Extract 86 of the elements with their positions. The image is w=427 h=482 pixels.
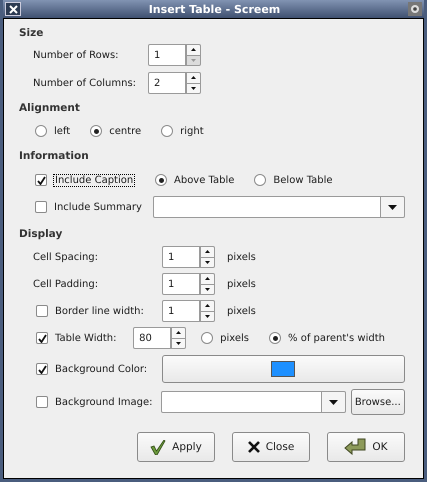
caret-icon [328,400,338,404]
radio-circle-icon[interactable] [35,125,47,137]
close-icon [248,441,260,453]
checkbox[interactable]: Background Color: [36,363,148,375]
check-icon [38,364,46,374]
up-arrow-icon [191,76,196,80]
down-arrow-icon [205,260,210,264]
check-icon [150,440,166,454]
radio-circle-icon[interactable] [269,332,282,344]
checkbox-square-icon[interactable] [36,396,48,408]
radio-button[interactable]: pixels [201,332,250,344]
up-arrow-icon [191,48,196,52]
increment-button[interactable] [186,72,201,82]
window-icon [408,2,422,16]
down-arrow-icon [191,86,196,90]
image-field[interactable] [160,391,322,413]
radio-button[interactable]: left [35,125,70,137]
caret-icon [388,204,397,210]
browse-button[interactable]: Browse... [350,389,405,415]
checkbox[interactable]: Table Width: [36,332,116,344]
decrement-button[interactable] [200,256,215,268]
number-field[interactable]: 1 [148,44,186,66]
down-arrow-icon [176,342,182,345]
radio-circle-icon[interactable] [254,174,266,186]
radio-button[interactable]: right [161,125,204,137]
number-field[interactable]: 1 [162,273,200,295]
checkbox[interactable]: Background Image: [36,396,153,408]
checkbox-square-icon[interactable] [36,305,48,317]
increment-button[interactable] [186,44,201,54]
radio-button[interactable]: Above Table [155,174,234,186]
radio-circle-icon[interactable] [90,125,102,137]
section-heading: Size [19,26,44,40]
up-arrow-icon [205,277,210,280]
color-button[interactable] [162,355,405,383]
section-heading: Alignment [19,101,81,115]
check-icon [36,176,46,184]
down-arrow-icon [191,58,196,62]
checkbox-square-icon[interactable] [36,332,48,344]
checkbox-square-icon[interactable] [36,363,48,375]
arrow-icon [344,438,366,456]
decrement-button[interactable] [171,338,186,349]
number-field[interactable]: 1 [162,246,200,268]
number-field[interactable]: 2 [148,72,186,94]
radio-circle-icon[interactable] [201,332,214,344]
field-label: Number of Rows: [33,50,120,60]
window-title: Insert Table - Screem [148,2,282,16]
summary-field[interactable] [153,196,381,218]
increment-button[interactable] [200,246,215,256]
increment-button[interactable] [200,273,215,284]
close-icon[interactable] [5,2,21,16]
radio-button[interactable]: % of parent's width [269,332,385,344]
apply-button[interactable]: Apply [137,432,215,462]
decrement-button[interactable] [186,82,201,94]
dropdown-button[interactable] [322,391,346,413]
number-field[interactable]: 1 [162,300,200,322]
ok-button[interactable]: OK [327,432,405,462]
radio-circle-icon[interactable] [161,125,174,137]
number-field[interactable]: 80 [133,327,172,349]
down-arrow-icon [205,288,210,291]
increment-button[interactable] [171,327,186,338]
radio-button[interactable]: centre [90,125,142,137]
check-icon [38,334,46,342]
checkbox-square-icon[interactable] [35,201,47,213]
up-arrow-icon [176,331,182,334]
up-arrow-icon [205,250,210,254]
field-label: Cell Padding: [33,278,98,290]
up-arrow-icon [205,304,210,308]
radio-button[interactable]: Below Table [254,174,333,186]
checkbox[interactable]: Include Caption [35,174,134,186]
checkbox[interactable]: Include Summary [35,201,142,213]
unit-label: pixels [227,306,256,316]
down-arrow-icon [205,314,210,318]
section-heading: Display [19,227,64,241]
checkbox-square-icon[interactable] [35,174,47,186]
checkbox[interactable]: Border line width: [36,305,144,317]
radio-circle-icon[interactable] [155,174,167,186]
increment-button[interactable] [200,300,215,310]
decrement-button[interactable] [200,310,215,322]
decrement-button[interactable] [200,284,215,295]
section-heading: Information [19,149,90,163]
field-label: Number of Columns: [33,78,138,88]
unit-label: pixels [227,252,256,262]
close-button[interactable]: Close [232,432,310,462]
field-label: Cell Spacing: [33,252,98,262]
unit-label: pixels [227,278,256,290]
dropdown-button[interactable] [381,196,405,218]
